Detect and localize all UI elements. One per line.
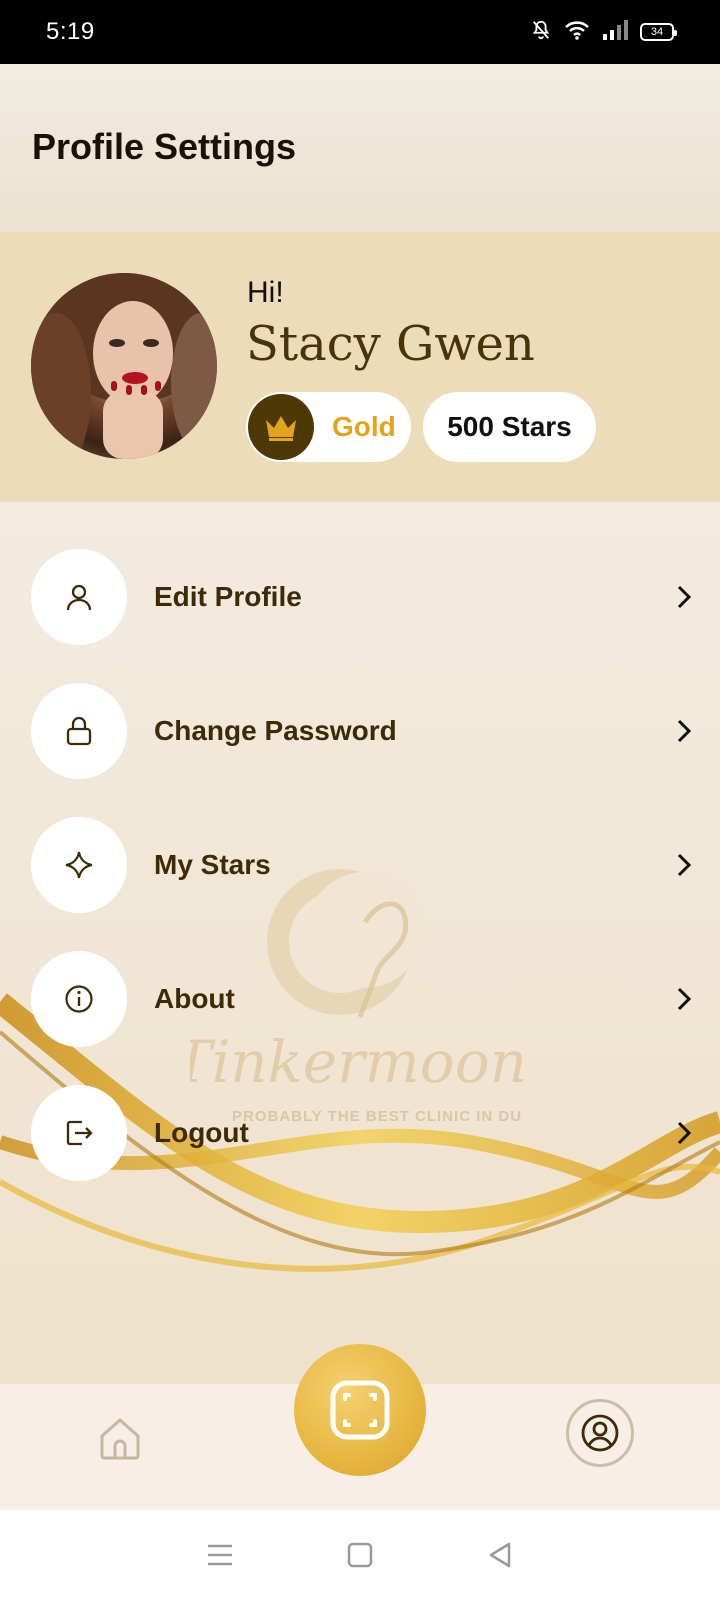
home-square-icon[interactable]	[340, 1535, 380, 1575]
header: Profile Settings	[0, 64, 720, 232]
tier-label: Gold	[332, 411, 396, 442]
chevron-right-icon	[672, 582, 696, 612]
profile-nav-button[interactable]	[566, 1399, 634, 1467]
status-bar: 5:19 34	[0, 0, 720, 64]
logout-icon	[31, 1085, 127, 1181]
chevron-right-icon	[672, 1118, 696, 1148]
chevron-right-icon	[672, 850, 696, 880]
profile-card: Hi! Stacy Gwen Gold 500 Stars	[0, 232, 720, 502]
info-icon	[31, 951, 127, 1047]
bottom-nav	[0, 1344, 720, 1510]
chevron-right-icon	[672, 984, 696, 1014]
greeting-text: Hi!	[247, 276, 284, 309]
lock-icon	[31, 683, 127, 779]
menu-item-logout[interactable]: Logout	[31, 1085, 696, 1181]
chevron-right-icon	[672, 716, 696, 746]
menu-item-my-stars[interactable]: My Stars	[31, 817, 696, 913]
menu-label: About	[154, 983, 235, 1014]
user-icon	[31, 549, 127, 645]
back-icon[interactable]	[480, 1535, 520, 1575]
user-name: Stacy Gwen	[246, 316, 535, 372]
settings-content: Tinkermoon PROBABLY THE BEST CLINIC IN D…	[0, 502, 720, 1384]
crown-icon	[248, 394, 314, 460]
home-icon[interactable]	[96, 1414, 144, 1462]
status-time: 5:19	[46, 18, 95, 45]
system-nav-bar	[0, 1510, 720, 1600]
scan-icon	[330, 1380, 390, 1440]
menu-label: Edit Profile	[154, 581, 302, 612]
battery-icon: 34	[640, 23, 677, 41]
page-title: Profile Settings	[32, 126, 297, 167]
menu-icon[interactable]	[200, 1535, 240, 1575]
menu-item-about[interactable]: About	[31, 951, 696, 1047]
wifi-icon	[564, 19, 590, 46]
menu-item-change-password[interactable]: Change Password	[31, 683, 696, 779]
avatar	[31, 273, 217, 459]
scan-button[interactable]	[294, 1344, 426, 1476]
tier-badge[interactable]: Gold	[246, 392, 411, 462]
stars-badge[interactable]: 500 Stars	[423, 392, 596, 462]
menu-label: My Stars	[154, 849, 271, 880]
status-icons: 34	[530, 19, 677, 46]
menu-label: Change Password	[154, 715, 397, 746]
menu-label: Logout	[154, 1117, 249, 1148]
profile-icon	[581, 1414, 619, 1452]
menu-item-edit-profile[interactable]: Edit Profile	[31, 549, 696, 645]
signal-icon	[602, 19, 628, 46]
mute-icon	[530, 19, 552, 46]
star-icon	[31, 817, 127, 913]
